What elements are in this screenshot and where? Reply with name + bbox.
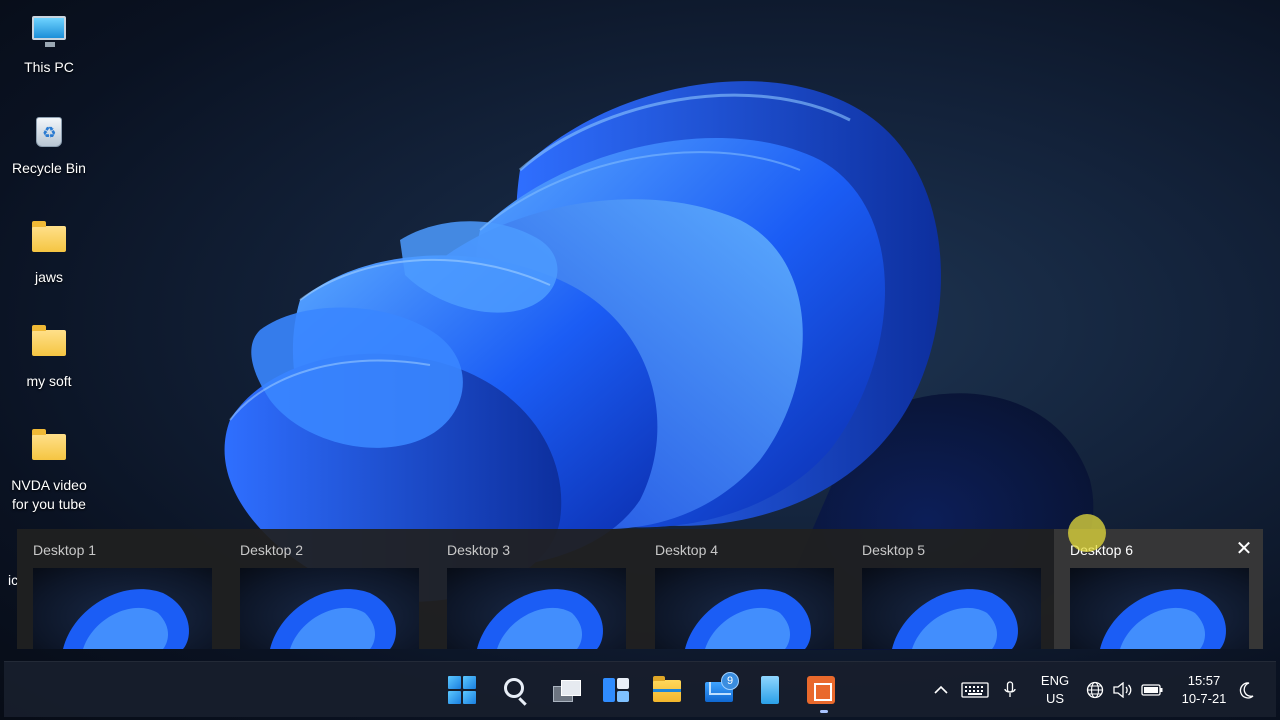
notepad-button[interactable] <box>756 676 784 704</box>
desktop-thumbnail[interactable] <box>240 568 419 649</box>
focus-assist-button[interactable] <box>1234 662 1258 718</box>
desktop-thumbnail[interactable] <box>655 568 834 649</box>
running-app-indicator <box>820 710 828 713</box>
search-button[interactable] <box>500 676 528 704</box>
start-button[interactable] <box>448 676 476 704</box>
taskbar: 9 ENG US 15:57 10-7-21 <box>4 661 1276 717</box>
desktop-label: Desktop 2 <box>240 542 304 558</box>
input-language-indicator[interactable]: ENG US <box>1040 672 1070 708</box>
this-pc-icon <box>31 16 67 52</box>
desktop-icon-label: jaws <box>34 269 63 285</box>
speaker-icon <box>1113 682 1132 698</box>
keyboard-icon <box>961 682 989 698</box>
desktop-icon-my-soft[interactable]: my soft <box>6 322 92 391</box>
region-code: US <box>1045 691 1065 706</box>
clock-time: 15:57 <box>1187 673 1221 688</box>
moon-icon <box>1239 682 1254 699</box>
desktop-icon-label: Recycle Bin <box>12 160 86 176</box>
desktop-thumbnail[interactable] <box>33 568 212 649</box>
show-hidden-icons-button[interactable] <box>930 662 952 718</box>
virtual-desktop-3[interactable]: Desktop 3 <box>431 529 631 649</box>
globe-icon <box>1086 681 1104 699</box>
desktop-label: Desktop 1 <box>33 542 97 558</box>
desktop-icon-nvda-video[interactable]: NVDA video for you tube <box>6 426 92 514</box>
volume-button[interactable] <box>1112 662 1134 718</box>
desktop-label: Desktop 3 <box>447 542 511 558</box>
desktop-thumbnail[interactable] <box>862 568 1041 649</box>
notepad-icon <box>761 676 779 704</box>
desktop-icon-this-pc[interactable]: This PC <box>6 10 92 77</box>
desktop-icon-label: NVDA video for you tube <box>11 477 87 512</box>
folder-icon <box>653 676 681 702</box>
desktop-icon-recycle-bin[interactable]: Recycle Bin <box>6 114 92 178</box>
chevron-up-icon <box>934 685 948 694</box>
virtual-desktop-4[interactable]: Desktop 4 <box>639 529 839 649</box>
widgets-button[interactable] <box>602 676 630 704</box>
virtual-desktop-5[interactable]: Desktop 5 <box>846 529 1046 649</box>
recycle-bin-icon <box>31 117 67 153</box>
touch-keyboard-button[interactable] <box>958 662 992 718</box>
clock-date: 10-7-21 <box>1181 691 1227 706</box>
notification-badge: 9 <box>721 672 739 690</box>
battery-button[interactable] <box>1140 662 1164 718</box>
task-view-icon <box>553 680 581 702</box>
folder-icon <box>31 429 67 470</box>
folder-icon <box>31 325 67 366</box>
battery-icon <box>1141 684 1163 696</box>
desktop-icon-label: This PC <box>24 59 74 75</box>
virtual-desktop-1[interactable]: Desktop 1 <box>17 529 217 649</box>
windows-start-icon <box>448 676 476 704</box>
microphone-button[interactable] <box>1000 662 1020 718</box>
desktop-thumbnail[interactable] <box>1070 568 1249 649</box>
close-desktop-button[interactable]: ✕ <box>1233 537 1255 559</box>
desktop-label: Desktop 5 <box>862 542 926 558</box>
cursor-highlight <box>1068 514 1106 552</box>
virtual-desktop-2[interactable]: Desktop 2 <box>224 529 424 649</box>
folder-icon <box>31 221 67 262</box>
office-app-button[interactable] <box>807 676 835 704</box>
task-view-button[interactable] <box>551 676 581 704</box>
mail-button[interactable]: 9 <box>705 672 739 704</box>
microphone-icon <box>1004 681 1016 697</box>
widgets-icon <box>603 678 629 702</box>
file-explorer-button[interactable] <box>653 676 681 704</box>
clock[interactable]: 15:57 10-7-21 <box>1174 672 1234 708</box>
desktop-label: Desktop 4 <box>655 542 719 558</box>
network-button[interactable] <box>1084 662 1106 718</box>
office-icon <box>807 676 835 704</box>
desktop-icon-label: my soft <box>26 373 72 389</box>
search-icon <box>504 678 524 698</box>
language-code: ENG <box>1040 673 1070 688</box>
desktop-icon-jaws[interactable]: jaws <box>6 218 92 287</box>
desktop-thumbnail[interactable] <box>447 568 626 649</box>
